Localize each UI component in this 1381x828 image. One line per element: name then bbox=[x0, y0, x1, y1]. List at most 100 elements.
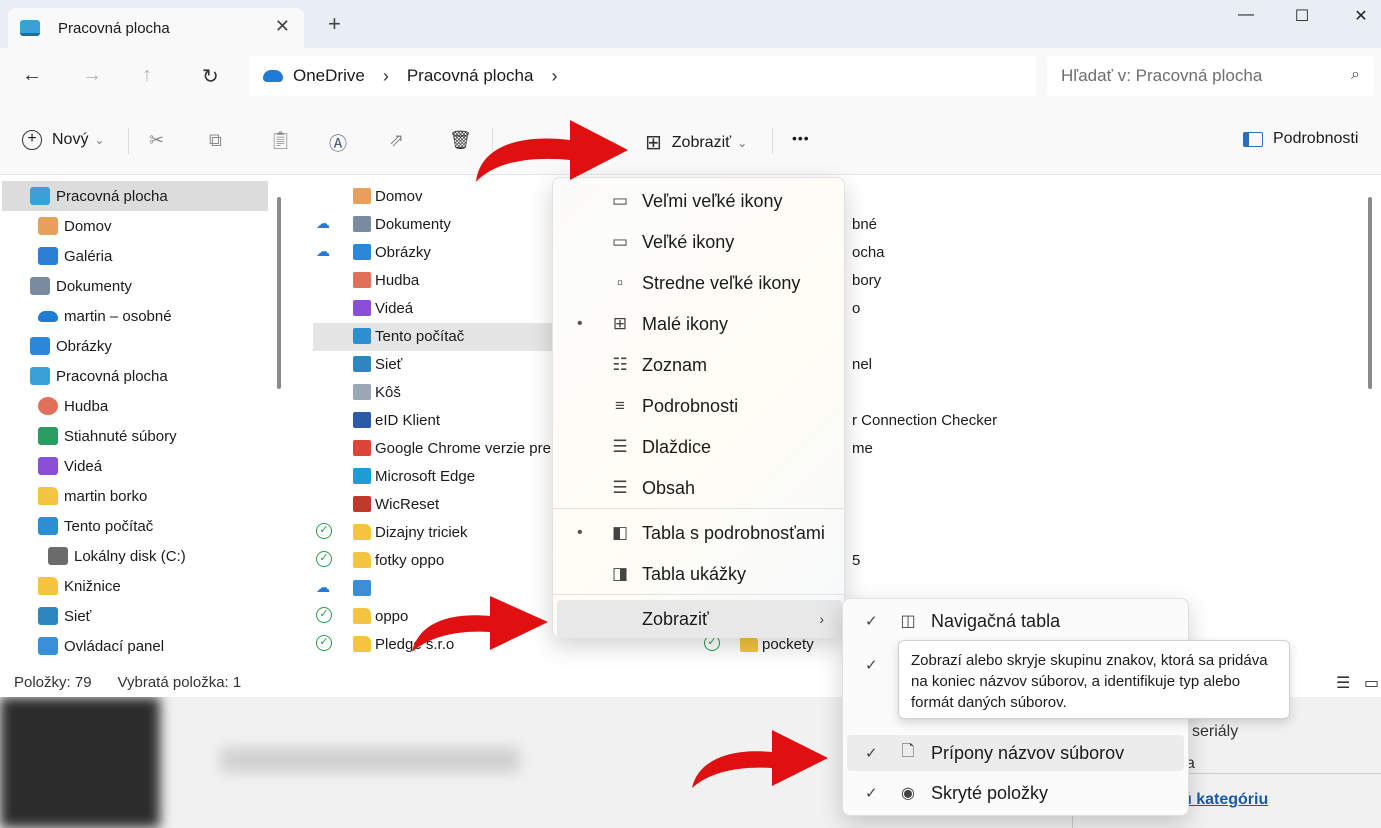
cut-icon[interactable]: ✂ bbox=[149, 130, 164, 151]
nav-item-label: martin – osobné bbox=[64, 307, 172, 325]
rename-icon[interactable]: Ⓐ bbox=[329, 130, 347, 156]
tiles-view-icon[interactable]: ▭ bbox=[1364, 673, 1379, 693]
file-item-label[interactable]: bné bbox=[852, 210, 877, 238]
nav-item[interactable]: Tento počítač bbox=[0, 511, 153, 541]
nav-item[interactable]: Galéria bbox=[0, 241, 112, 271]
view-menu-item[interactable]: Zobraziť › bbox=[557, 600, 842, 638]
computer-icon bbox=[353, 328, 371, 344]
view-menu-item[interactable]: ▫ Stredne veľké ikony bbox=[557, 264, 842, 302]
shortcut-icon bbox=[353, 496, 371, 512]
nav-item[interactable]: Sieť bbox=[0, 601, 91, 631]
details-pane-icon bbox=[1243, 131, 1263, 147]
view-menu-item-label: Zoznam bbox=[642, 354, 708, 375]
nav-item[interactable]: martin – osobné bbox=[0, 301, 172, 331]
breadcrumb-separator-icon[interactable]: › bbox=[383, 66, 389, 87]
file-item[interactable]: oppo bbox=[353, 602, 408, 630]
list-icon: ☷ bbox=[612, 355, 628, 374]
nav-item[interactable]: Dokumenty bbox=[0, 271, 132, 301]
nav-scrollbar[interactable] bbox=[277, 197, 281, 389]
tab-desktop[interactable]: Pracovná plocha ✕ bbox=[8, 8, 304, 48]
maximize-button[interactable]: ☐ bbox=[1288, 6, 1316, 26]
nav-item[interactable]: Domov bbox=[0, 211, 112, 241]
show-submenu-item[interactable]: ✓ ◉ Skryté položky bbox=[847, 775, 1184, 811]
selected-bullet-icon: • bbox=[577, 315, 583, 332]
file-item[interactable]: Microsoft Edge bbox=[353, 462, 475, 490]
file-item-label[interactable]: nel bbox=[852, 350, 872, 378]
breadcrumb-separator-icon[interactable]: › bbox=[551, 66, 557, 87]
new-tab-button[interactable]: + bbox=[328, 13, 341, 35]
xl-icons-icon: ▭ bbox=[611, 191, 629, 210]
nav-item-label: Pracovná plocha bbox=[56, 187, 168, 205]
breadcrumb[interactable]: OneDrive › Pracovná plocha › bbox=[249, 56, 1036, 96]
file-item-label[interactable]: r Connection Checker bbox=[852, 406, 997, 434]
view-menu-item[interactable]: ≡ Podrobnosti bbox=[557, 387, 842, 425]
file-item-label[interactable]: o bbox=[852, 294, 860, 322]
file-item[interactable]: Dizajny triciek bbox=[353, 518, 468, 546]
show-submenu-item[interactable]: ✓ 🗋 Prípony názvov súborov bbox=[847, 735, 1184, 771]
view-button[interactable]: ⊞ Zobraziť ⌄ bbox=[645, 130, 747, 155]
nav-item[interactable]: Knižnice bbox=[0, 571, 121, 601]
nav-item[interactable]: Lokálny disk (C:) bbox=[0, 541, 186, 571]
file-item[interactable]: eID Klient bbox=[353, 406, 440, 434]
view-menu-item[interactable]: ☰ Dlaždice bbox=[557, 428, 842, 466]
file-item-label[interactable]: bory bbox=[852, 266, 881, 294]
file-item[interactable]: Tento počítač bbox=[353, 322, 464, 350]
file-item[interactable]: Sieť bbox=[353, 350, 402, 378]
file-item[interactable]: fotky oppo bbox=[353, 546, 444, 574]
list-scrollbar[interactable] bbox=[1368, 197, 1372, 389]
breadcrumb-onedrive[interactable]: OneDrive bbox=[293, 66, 365, 86]
view-menu-item[interactable]: ▭ Veľmi veľké ikony bbox=[557, 182, 842, 220]
tab-close-icon[interactable]: ✕ bbox=[275, 16, 290, 37]
file-item-label[interactable]: ocha bbox=[852, 238, 885, 266]
nav-item[interactable]: Obrázky bbox=[0, 331, 112, 361]
view-menu-item-label: Tabla ukážky bbox=[642, 563, 747, 584]
copy-icon[interactable]: ⧉ bbox=[209, 130, 222, 151]
nav-item[interactable]: Videá bbox=[0, 451, 102, 481]
view-menu-item[interactable]: • ⊞ Malé ikony bbox=[557, 305, 842, 343]
breadcrumb-desktop[interactable]: Pracovná plocha bbox=[407, 66, 534, 86]
paste-icon[interactable]: 📋︎ bbox=[269, 130, 292, 151]
share-icon[interactable]: ⇗ bbox=[389, 130, 404, 151]
nav-item[interactable]: Pracovná plocha bbox=[2, 181, 268, 211]
back-button[interactable]: ← bbox=[22, 64, 42, 87]
content-icon: ☰ bbox=[612, 478, 628, 497]
view-menu-item[interactable]: ▭ Veľké ikony bbox=[557, 223, 842, 261]
file-item[interactable]: Hudba bbox=[353, 266, 419, 294]
details-view-icon[interactable]: ☰ bbox=[1336, 673, 1350, 693]
minimize-button[interactable]: — bbox=[1232, 6, 1260, 26]
details-pane-button[interactable]: Podrobnosti bbox=[1243, 130, 1358, 148]
nav-item[interactable]: martin borko bbox=[0, 481, 147, 511]
new-button[interactable]: + Nový ⌄ bbox=[22, 130, 105, 150]
delete-icon[interactable]: 🗑︎ bbox=[449, 130, 472, 151]
nav-item[interactable]: Stiahnuté súbory bbox=[0, 421, 177, 451]
file-item[interactable] bbox=[353, 574, 375, 602]
file-item-label[interactable]: 5 bbox=[852, 546, 860, 574]
view-menu-item[interactable]: ◨ Tabla ukážky bbox=[557, 555, 842, 593]
show-submenu-item[interactable]: ✓ ◫ Navigačná tabla bbox=[847, 603, 1184, 639]
search-box[interactable]: Hľadať v: Pracovná plocha ⌕ bbox=[1047, 56, 1374, 96]
view-menu-item[interactable]: ☰ Obsah bbox=[557, 469, 842, 507]
file-item[interactable]: Kôš bbox=[353, 378, 401, 406]
file-item[interactable]: Domov bbox=[353, 182, 423, 210]
view-menu-item[interactable]: • ◧ Tabla s podrobnosťami bbox=[557, 514, 842, 552]
file-item[interactable]: Obrázky bbox=[353, 238, 431, 266]
nav-item[interactable]: Hudba bbox=[0, 391, 108, 421]
nav-item[interactable]: Ovládací panel bbox=[0, 631, 164, 661]
forward-button[interactable]: → bbox=[82, 64, 102, 87]
file-item-label[interactable]: me bbox=[852, 434, 873, 462]
file-item[interactable]: Dokumenty bbox=[353, 210, 451, 238]
file-item[interactable]: Videá bbox=[353, 294, 413, 322]
search-input[interactable]: Hľadať v: Pracovná plocha bbox=[1061, 66, 1262, 86]
items-count: Položky: 79 bbox=[14, 673, 92, 691]
refresh-button[interactable]: ↻ bbox=[202, 64, 219, 89]
view-menu-item[interactable]: ☷ Zoznam bbox=[557, 346, 842, 384]
annotation-arrow-show bbox=[412, 596, 548, 652]
file-item[interactable]: WicReset bbox=[353, 490, 439, 518]
more-options-button[interactable]: ••• bbox=[792, 130, 810, 146]
close-button[interactable]: ✕ bbox=[1347, 6, 1375, 26]
up-button[interactable]: ↑ bbox=[142, 64, 152, 87]
nav-item[interactable]: Pracovná plocha bbox=[0, 361, 168, 391]
file-item[interactable]: Google Chrome verzie pre bbox=[353, 434, 551, 462]
background-link[interactable]: ú kategóriu bbox=[1182, 791, 1268, 809]
view-menu-item-label: Dlaždice bbox=[642, 436, 712, 457]
